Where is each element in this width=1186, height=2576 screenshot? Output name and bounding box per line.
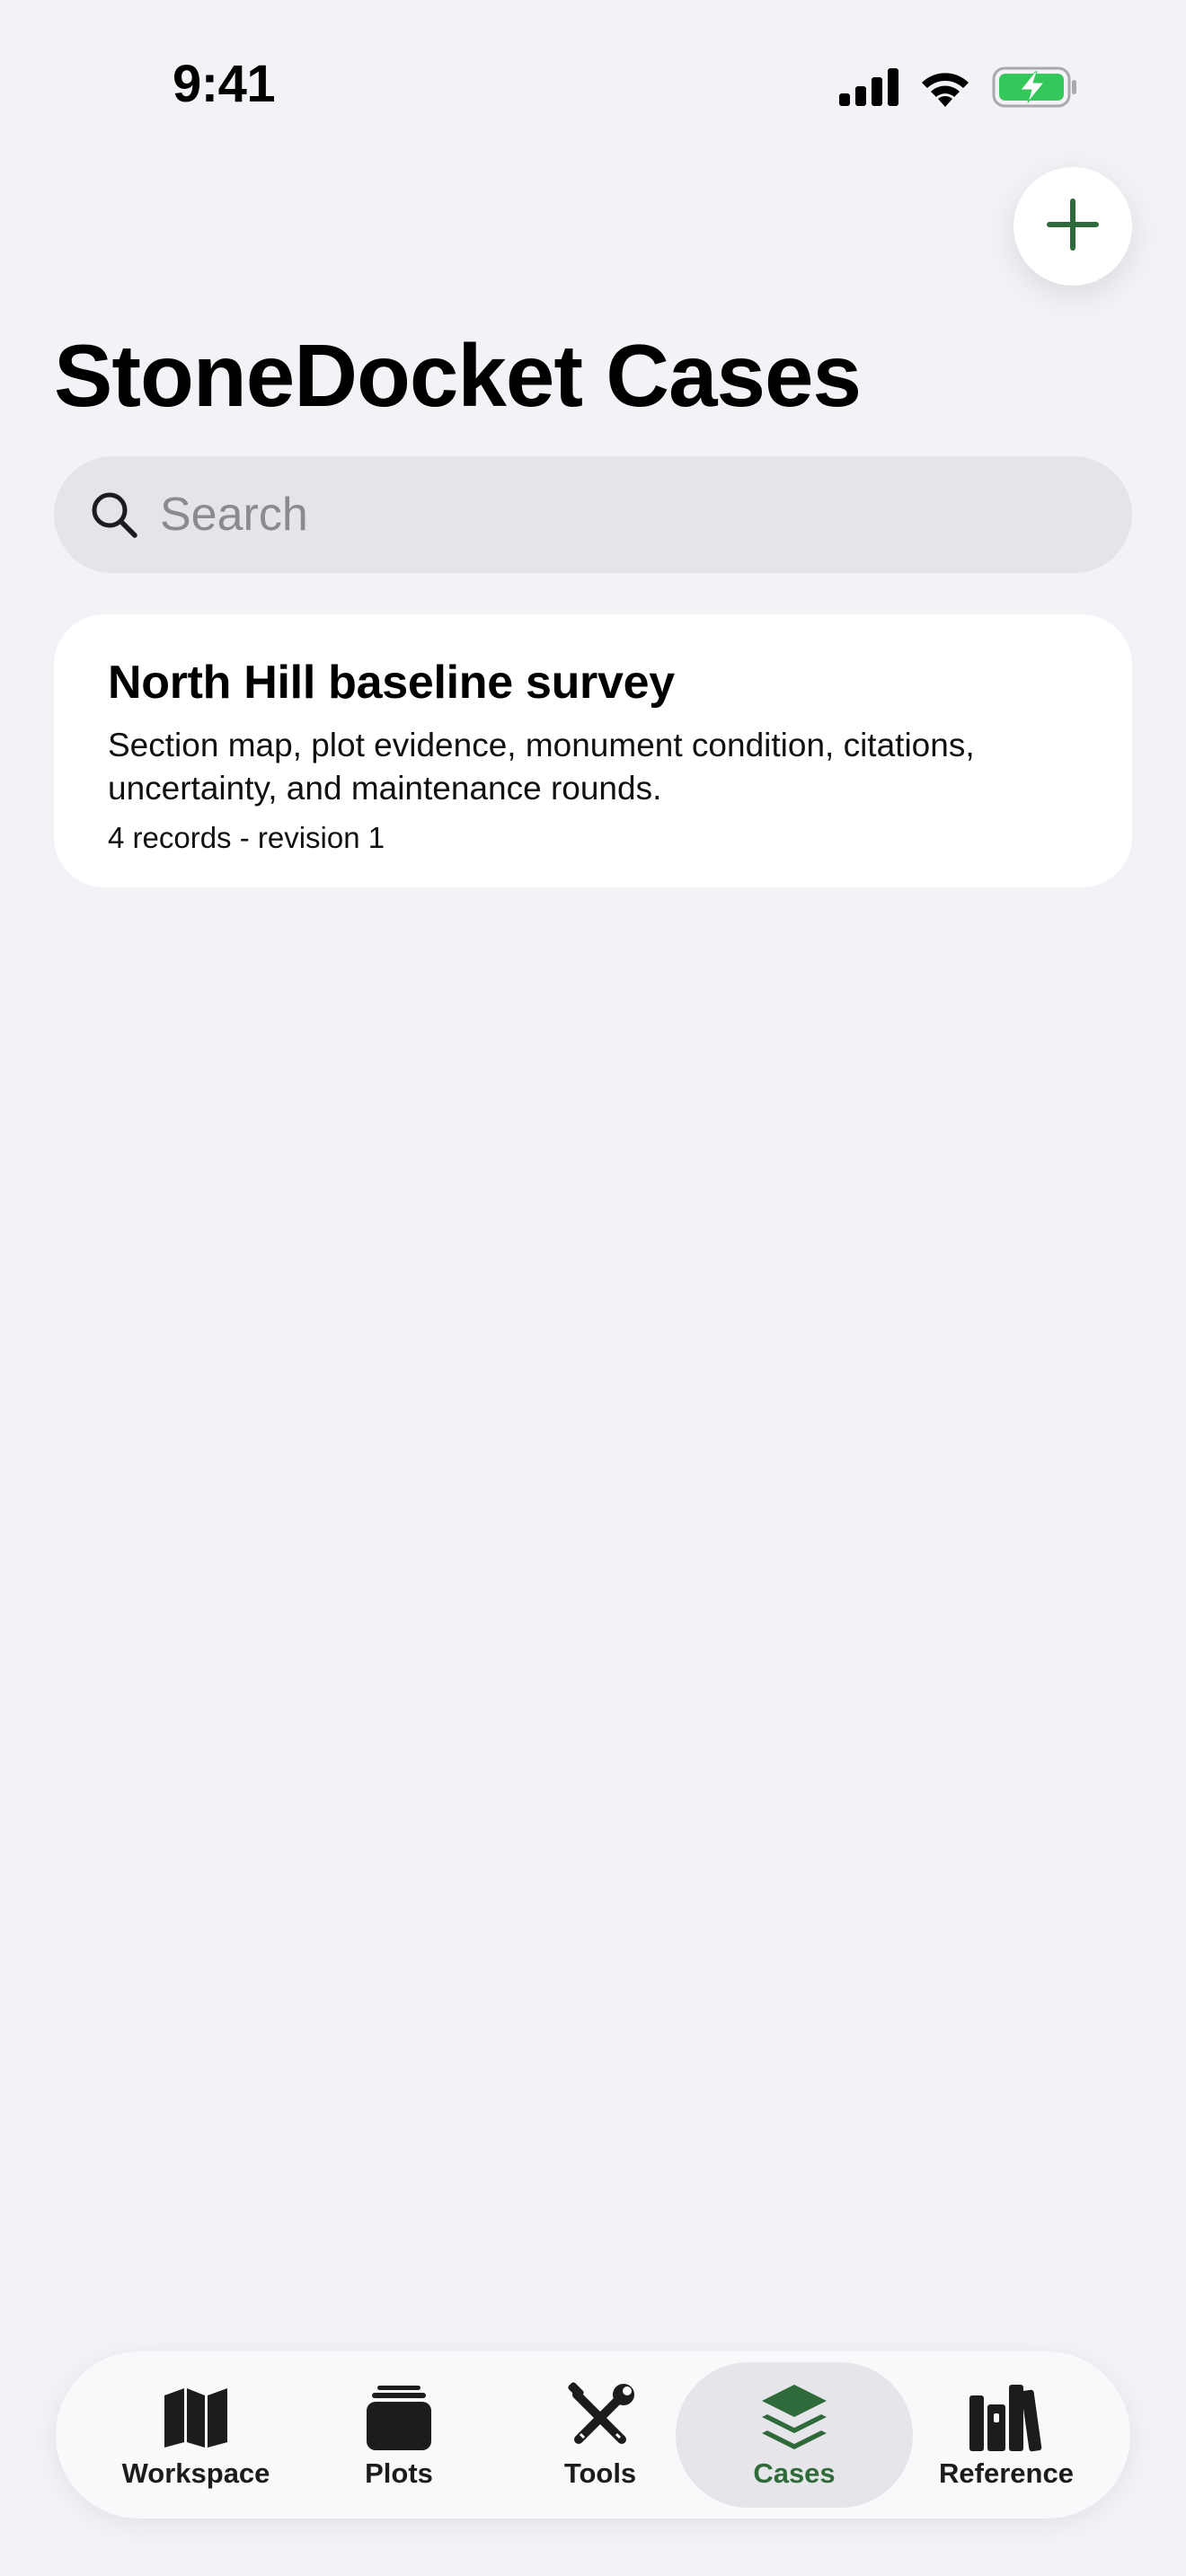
books-icon [968, 2384, 1045, 2452]
status-bar: 9:41 [0, 0, 1186, 171]
battery-charging-icon [992, 66, 1078, 112]
search-bar[interactable] [54, 456, 1132, 573]
cellular-signal-icon [839, 68, 898, 110]
case-description: Section map, plot evidence, monument con… [108, 727, 975, 807]
map-icon [163, 2384, 229, 2452]
tab-workspace[interactable]: Workspace [97, 2362, 295, 2508]
tab-label: Cases [753, 2457, 836, 2489]
tab-label: Plots [365, 2457, 433, 2489]
tab-plots[interactable]: Plots [300, 2362, 498, 2508]
status-time: 9:41 [173, 55, 276, 113]
case-meta: 4 records - revision 1 [108, 821, 385, 854]
tab-bar: Workspace Plots Tools Cases Reference [56, 2351, 1130, 2519]
plus-icon [1046, 198, 1100, 256]
tab-cases[interactable]: Cases [676, 2362, 913, 2508]
tab-label: Tools [563, 2457, 637, 2489]
search-icon [90, 490, 138, 539]
page-title: StoneDocket Cases [54, 326, 862, 425]
wifi-icon [918, 67, 972, 111]
tab-label: Reference [939, 2457, 1074, 2489]
tab-tools[interactable]: Tools [501, 2362, 699, 2508]
tab-label: Workspace [121, 2457, 270, 2489]
add-case-button[interactable] [1013, 167, 1132, 286]
case-card[interactable]: North Hill baseline survey Section map, … [54, 614, 1132, 887]
tab-reference[interactable]: Reference [907, 2362, 1105, 2508]
layers-icon [760, 2384, 828, 2452]
search-input[interactable] [160, 488, 1058, 542]
case-title: North Hill baseline survey [108, 657, 675, 709]
status-icons [839, 66, 1078, 112]
tools-icon [564, 2382, 636, 2452]
stack-icon [365, 2384, 433, 2452]
